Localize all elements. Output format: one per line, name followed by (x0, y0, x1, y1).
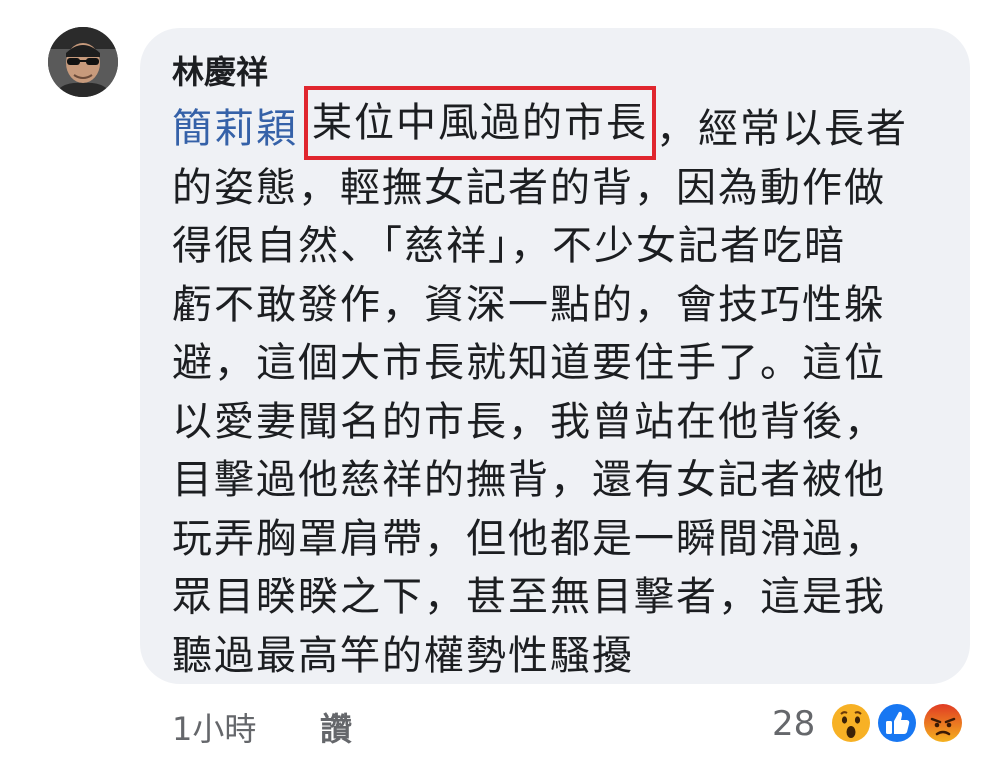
like-button[interactable]: 讚 (320, 704, 352, 750)
reaction-count[interactable]: 28 (772, 704, 815, 744)
comment-body: 簡莉穎 某位中風過的市長 ，經常以長者 的姿態，輕撫女記者的背，因為動作做 得很自然… (172, 86, 932, 685)
avatar[interactable] (48, 27, 118, 97)
comment-line-rest: ，經常以長者 (656, 106, 908, 152)
comment-line: 得很自然、「慈祥」，不少女記者吃暗 (172, 223, 846, 269)
user-photo-icon (48, 27, 118, 97)
wow-reaction-icon[interactable] (828, 700, 874, 746)
comment-line: 聽過最高竿的權勢性騷擾 (172, 632, 634, 679)
comment-line: 玩弄胸罩肩帶，但他都是一瞬間滑過， (172, 515, 886, 562)
comment-line: 避，這個大市長就知道要住手了。這位 (172, 340, 886, 386)
comment-footer: 1小時 讚 28 (172, 700, 972, 752)
comment-line: 以愛妻聞名的市長，我曾站在他背後， (172, 398, 886, 445)
like-reaction-icon[interactable] (874, 700, 920, 746)
comment-line: 的姿態，輕撫女記者的背，因為動作做 (172, 164, 886, 211)
mention-link[interactable]: 簡莉穎 (172, 106, 298, 152)
comment-line: 目擊過他慈祥的撫背，還有女記者被他 (172, 457, 886, 503)
comment-screenshot: 林慶祥 簡莉穎 某位中風過的市長 ，經常以長者 的姿態，輕撫女記者的背，因為動作做 … (0, 0, 1000, 776)
comment-line: 虧不敢發作，資深一點的，會技巧性躲 (172, 281, 886, 328)
angry-reaction-icon[interactable] (920, 700, 966, 746)
comment-line: 眾目睽睽之下，甚至無目擊者，這是我 (172, 574, 886, 620)
comment-author[interactable]: 林慶祥 (172, 48, 268, 96)
highlighted-phrase: 某位中風過的市長 (304, 86, 656, 160)
comment-line: 簡莉穎 某位中風過的市長 ，經常以長者 (172, 86, 932, 160)
comment-timestamp[interactable]: 1小時 (172, 704, 256, 750)
